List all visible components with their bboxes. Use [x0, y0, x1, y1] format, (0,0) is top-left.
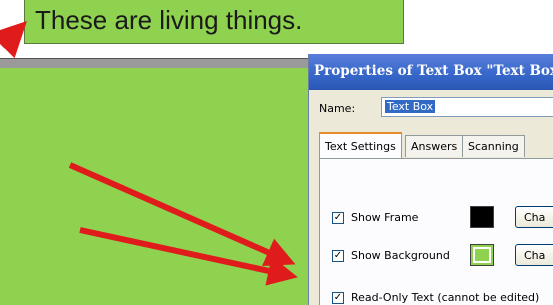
arrow-to-background	[68, 162, 296, 267]
arrow-to-read-only	[79, 227, 298, 286]
annotation-arrows	[0, 21, 298, 286]
arrow-to-callout	[0, 21, 27, 59]
